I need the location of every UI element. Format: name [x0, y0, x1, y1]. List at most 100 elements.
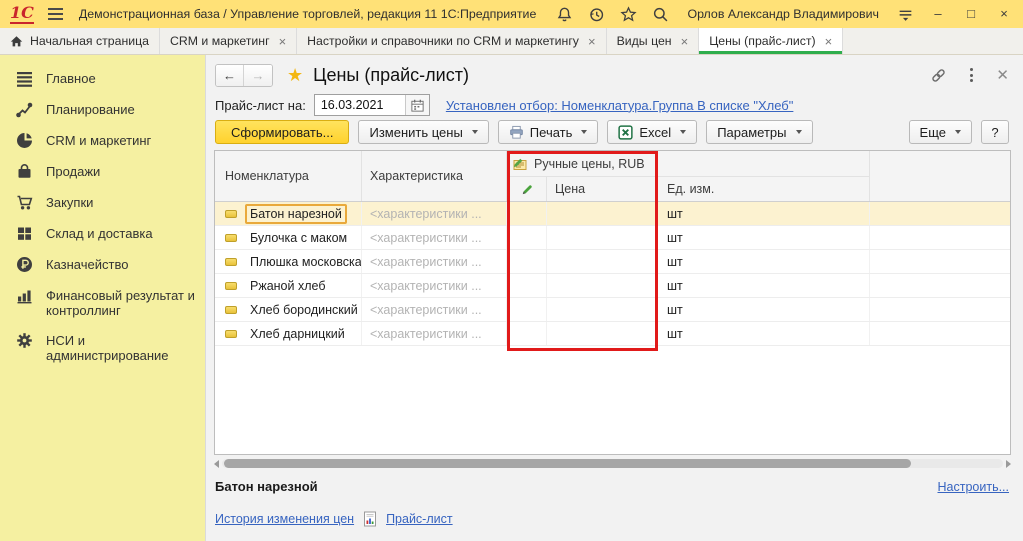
- tab-close-icon[interactable]: ×: [588, 34, 596, 49]
- scroll-left-arrow-icon[interactable]: [214, 460, 219, 468]
- table-row[interactable]: Батон нарезной <характеристики ... шт: [215, 202, 1010, 226]
- item-icon: [225, 234, 237, 242]
- price-cell[interactable]: [547, 202, 657, 225]
- sidebar-item-ruble[interactable]: Казначейство: [0, 249, 205, 280]
- price-cell[interactable]: [547, 298, 657, 321]
- price-cell[interactable]: [547, 250, 657, 273]
- tab-close-icon[interactable]: ×: [681, 34, 689, 49]
- tab-4[interactable]: Цены (прайс-лист) ×: [699, 28, 843, 54]
- close-window-button[interactable]: ×: [995, 0, 1013, 28]
- price-cell[interactable]: [547, 322, 657, 345]
- maximize-button[interactable]: □: [962, 0, 980, 28]
- history-icon[interactable]: [588, 6, 605, 23]
- price-cell[interactable]: [547, 274, 657, 297]
- notifications-bell-icon[interactable]: [556, 6, 573, 23]
- sidebar-item-bars[interactable]: Финансовый результат и контроллинг: [0, 280, 205, 325]
- favorites-star-icon[interactable]: [620, 6, 637, 23]
- print-button[interactable]: Печать: [498, 120, 599, 144]
- table-row[interactable]: Хлеб бородинский <характеристики ... шт: [215, 298, 1010, 322]
- back-button[interactable]: ←: [216, 65, 244, 86]
- characteristic-cell: <характеристики ...: [362, 322, 507, 345]
- ruble-icon: [16, 256, 33, 273]
- scrollbar-thumb[interactable]: [224, 459, 911, 468]
- column-header-nomenclature[interactable]: Номенклатура: [215, 151, 362, 201]
- tab-2[interactable]: Настройки и справочники по CRM и маркети…: [297, 28, 606, 54]
- sidebar-item-label: CRM и маркетинг: [46, 132, 151, 148]
- edit-flag-cell[interactable]: [507, 226, 547, 249]
- sidebar-item-gear[interactable]: НСИ и администрирование: [0, 325, 205, 370]
- parameters-button[interactable]: Параметры: [706, 120, 812, 144]
- column-header-manual-prices[interactable]: Ручные цены, RUB: [507, 151, 657, 177]
- characteristic-cell: <характеристики ...: [362, 226, 507, 249]
- sidebar-item-label: Склад и доставка: [46, 225, 153, 241]
- more-button[interactable]: Еще: [909, 120, 972, 144]
- tab-close-icon[interactable]: ×: [279, 34, 287, 49]
- sidebar: Главное Планирование CRM и маркетинг Про…: [0, 55, 205, 541]
- close-form-icon[interactable]: ✕: [996, 68, 1009, 83]
- more-menu-icon[interactable]: [970, 68, 973, 82]
- sidebar-item-label: Казначейство: [46, 256, 128, 272]
- table-row[interactable]: Булочка с маком <характеристики ... шт: [215, 226, 1010, 250]
- edit-flag-cell[interactable]: [507, 322, 547, 345]
- search-icon[interactable]: [652, 6, 669, 23]
- edit-flag-cell[interactable]: [507, 250, 547, 273]
- unit-cell: шт: [657, 202, 870, 225]
- horizontal-scrollbar[interactable]: [214, 458, 1011, 469]
- price-cell[interactable]: [547, 226, 657, 249]
- minimize-button[interactable]: –: [929, 0, 947, 28]
- nomenclature-cell: Хлеб бородинский: [215, 298, 362, 321]
- main-menu-icon[interactable]: [48, 8, 63, 20]
- help-button[interactable]: ?: [981, 120, 1009, 144]
- gear-icon: [16, 332, 33, 349]
- generate-button[interactable]: Сформировать...: [215, 120, 349, 144]
- excel-button[interactable]: Excel: [607, 120, 697, 144]
- edit-flag-cell[interactable]: [507, 298, 547, 321]
- get-link-icon[interactable]: [930, 67, 947, 84]
- sidebar-item-cart[interactable]: Закупки: [0, 187, 205, 218]
- favorite-star-icon[interactable]: ★: [287, 66, 303, 84]
- column-header-unit[interactable]: Ед. изм.: [657, 177, 870, 201]
- tab-1[interactable]: CRM и маркетинг ×: [160, 28, 297, 54]
- characteristic-cell: <характеристики ...: [362, 202, 507, 225]
- pricelist-link[interactable]: Прайс-лист: [386, 512, 453, 526]
- user-settings-icon[interactable]: [897, 6, 914, 23]
- edit-flag-cell[interactable]: [507, 274, 547, 297]
- column-header-price[interactable]: Цена: [547, 177, 657, 201]
- table-row[interactable]: Плюшка московская <характеристики ... шт: [215, 250, 1010, 274]
- date-input[interactable]: [315, 95, 405, 115]
- page-title: Цены (прайс-лист): [313, 65, 469, 86]
- table-row[interactable]: Хлеб дарницкий <характеристики ... шт: [215, 322, 1010, 346]
- current-user[interactable]: Орлов Александр Владимирович: [687, 7, 879, 21]
- sidebar-item-plan[interactable]: Планирование: [0, 94, 205, 125]
- calendar-icon: [410, 98, 425, 113]
- tab-3[interactable]: Виды цен ×: [607, 28, 700, 54]
- unit-cell: шт: [657, 298, 870, 321]
- scroll-right-arrow-icon[interactable]: [1006, 460, 1011, 468]
- price-table: Номенклатура Характеристика Ручные цены,…: [214, 150, 1011, 455]
- doc-pencil-icon: [513, 156, 528, 171]
- forward-button[interactable]: →: [244, 65, 272, 86]
- sidebar-item-lines[interactable]: Главное: [0, 63, 205, 94]
- price-history-link[interactable]: История изменения цен: [215, 512, 354, 526]
- column-header-characteristic[interactable]: Характеристика: [362, 151, 507, 201]
- tab-close-icon[interactable]: ×: [825, 34, 833, 49]
- report-doc-icon: [363, 511, 377, 527]
- column-header-edit[interactable]: [507, 177, 547, 201]
- calendar-button[interactable]: [405, 95, 429, 115]
- sidebar-item-pie[interactable]: CRM и маркетинг: [0, 125, 205, 156]
- nomenclature-cell: Хлеб дарницкий: [215, 322, 362, 345]
- characteristic-cell: <характеристики ...: [362, 298, 507, 321]
- plan-icon: [16, 101, 33, 118]
- configure-link[interactable]: Настроить...: [938, 480, 1010, 494]
- lines-icon: [16, 70, 33, 87]
- sidebar-item-label: Финансовый результат и контроллинг: [46, 287, 197, 318]
- change-prices-button[interactable]: Изменить цены: [358, 120, 488, 144]
- filter-link[interactable]: Установлен отбор: Номенклатура.Группа В …: [446, 98, 794, 113]
- edit-flag-cell[interactable]: [507, 202, 547, 225]
- sidebar-item-label: Планирование: [46, 101, 135, 117]
- sidebar-item-grid[interactable]: Склад и доставка: [0, 218, 205, 249]
- sidebar-item-bag[interactable]: Продажи: [0, 156, 205, 187]
- table-row[interactable]: Ржаной хлеб <характеристики ... шт: [215, 274, 1010, 298]
- tab-0[interactable]: Начальная страница: [0, 28, 160, 54]
- nomenclature-cell: Плюшка московская: [215, 250, 362, 273]
